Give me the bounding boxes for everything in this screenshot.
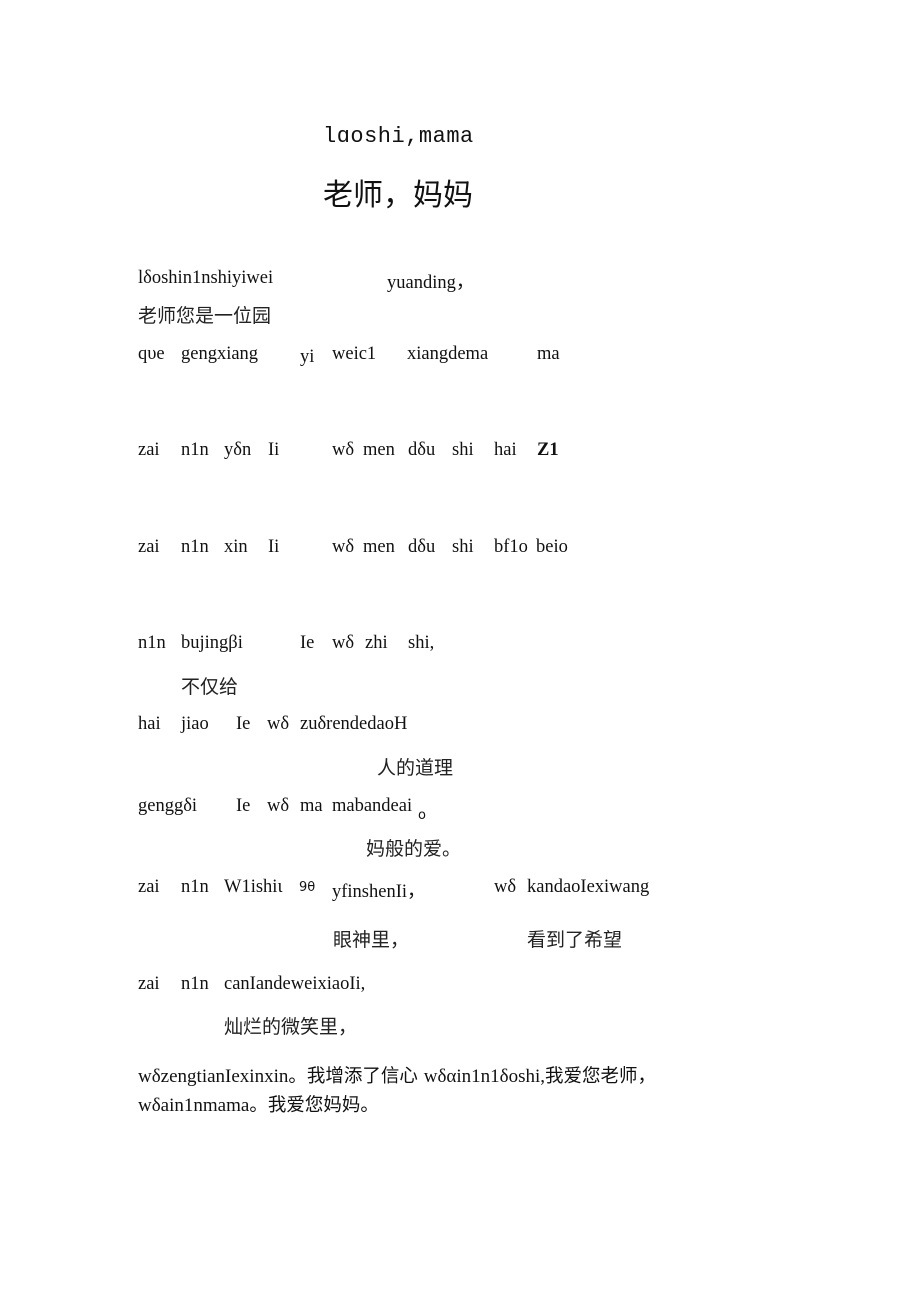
pinyin-word: wδ (332, 633, 355, 653)
chinese-line: 眼神里， (333, 929, 410, 951)
pinyin-word: bujingβi (181, 633, 243, 653)
pinyin-word: dδu (408, 537, 436, 557)
title-pinyin: lɑoshi,mama (323, 124, 474, 149)
pinyin-word: zai (138, 974, 160, 994)
pinyin-word: men (363, 537, 395, 557)
pinyin-word: Ie (236, 796, 251, 816)
pinyin-word: 9θ (299, 880, 316, 895)
pinyin-word: wδ (267, 714, 290, 734)
chinese-line: 妈般的爱。 (366, 838, 462, 860)
pinyin-word: n1n (181, 537, 209, 557)
closing-paragraph: wδzengtianIexinxin。我增添了信心 wδαin1n1δoshi,… (138, 1062, 678, 1120)
pinyin-word: kandaoIexiwang (527, 877, 650, 897)
pinyin-word: yδn (224, 440, 252, 460)
closing-pinyin: wδαin1n1δoshi, (423, 1066, 546, 1087)
pinyin-word: n1n (181, 974, 209, 994)
pinyin-word: zuδrendedaoH (300, 714, 408, 734)
pinyin-word: qυe (138, 344, 165, 364)
pinyin-word: n1n (181, 440, 209, 460)
pinyin-word: mabandeai (332, 796, 413, 816)
pinyin-word: hai (494, 440, 517, 460)
pinyin-word: zai (138, 440, 160, 460)
pinyin-word: wδ (332, 440, 355, 460)
pinyin-word: jiao (181, 714, 209, 734)
pinyin-word: yuanding， (387, 273, 475, 293)
pinyin-word: wδ (332, 537, 355, 557)
closing-chinese: 。我爱您妈妈。 (249, 1095, 379, 1116)
pinyin-word: ma (537, 344, 560, 364)
pinyin-word: bf1o (494, 537, 528, 557)
pinyin-word: lδoshin1nshiyiwei (138, 268, 274, 288)
pinyin-word: shi (452, 537, 474, 557)
pinyin-word: beio (536, 537, 568, 557)
pinyin-word: genggδi (138, 796, 198, 816)
pinyin-word: W1ishiι (224, 877, 283, 897)
pinyin-word: yi (300, 347, 315, 367)
closing-chinese: 我爱您老师， (545, 1066, 657, 1087)
pinyin-word: xiangdema (407, 344, 489, 364)
pinyin-word: Ie (236, 714, 251, 734)
pinyin-word: hai (138, 714, 161, 734)
title-chinese: 老师，妈妈 (323, 178, 473, 213)
pinyin-word: shi (452, 440, 474, 460)
pinyin-word: Ie (300, 633, 315, 653)
pinyin-word: men (363, 440, 395, 460)
pinyin-word: zai (138, 877, 160, 897)
chinese-line: 不仅给 (181, 676, 239, 698)
chinese-line: 老师您是一位园 (138, 305, 272, 327)
pinyin-word: n1n (138, 633, 166, 653)
small-o-mark: o (418, 808, 426, 823)
chinese-line: 灿烂的微笑里， (224, 1016, 358, 1038)
pinyin-word: gengxiang (181, 344, 259, 364)
pinyin-word: xin (224, 537, 248, 557)
pinyin-word: weic1 (332, 344, 377, 364)
pinyin-word: zai (138, 537, 160, 557)
pinyin-word: canIandeweixiaoIi, (224, 974, 366, 994)
pinyin-word: yfinshenIi， (332, 882, 426, 902)
pinyin-word: Z1 (537, 440, 559, 460)
pinyin-word: wδ (494, 877, 517, 897)
closing-pinyin: wδain1nmama (138, 1095, 250, 1116)
chinese-line: 人的道理 (377, 757, 454, 779)
pinyin-word: n1n (181, 877, 209, 897)
pinyin-word: zhi (365, 633, 388, 653)
pinyin-word: ma (300, 796, 323, 816)
pinyin-word: Ii (268, 440, 280, 460)
pinyin-word: dδu (408, 440, 436, 460)
closing-pinyin: wδzengtianIexinxin (138, 1066, 289, 1087)
pinyin-word: Ii (268, 537, 280, 557)
closing-chinese: 。我增添了信心 (288, 1066, 424, 1087)
chinese-line: 看到了希望 (527, 929, 623, 951)
pinyin-word: wδ (267, 796, 290, 816)
pinyin-word: shi, (408, 633, 435, 653)
